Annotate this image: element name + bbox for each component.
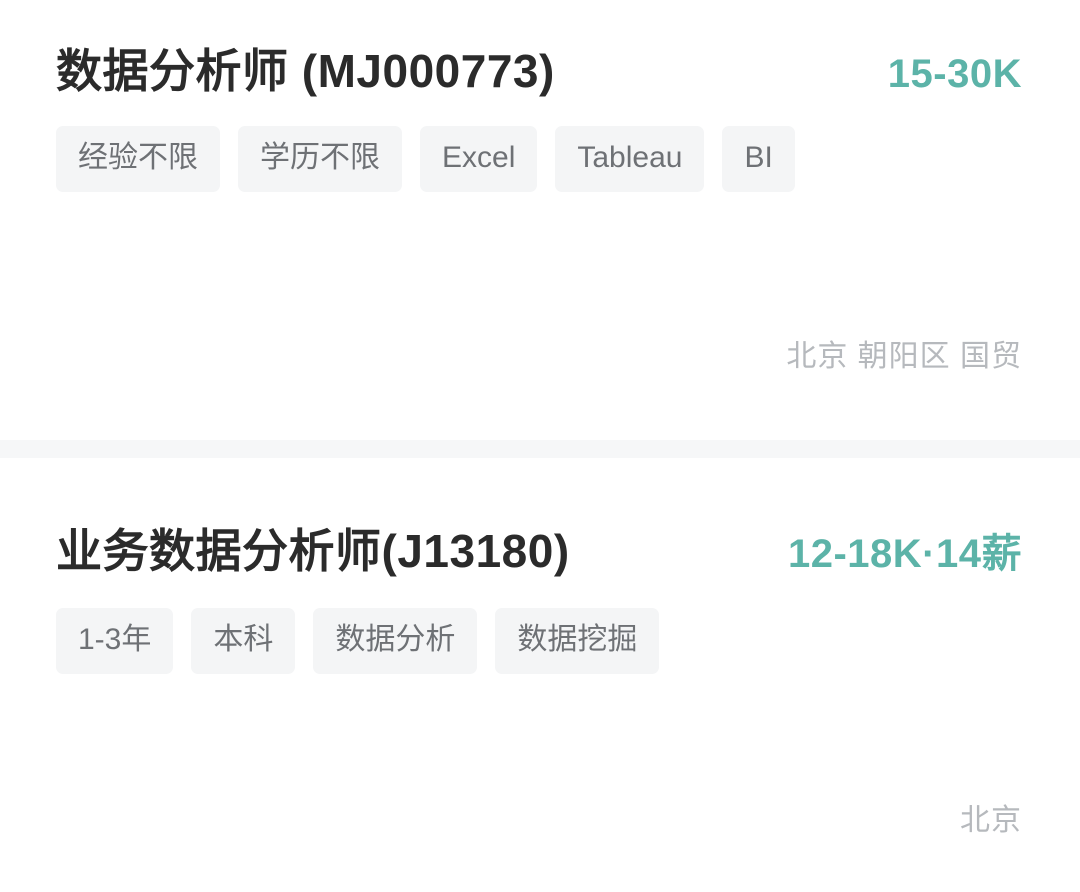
job-card[interactable]: 业务数据分析师(J13180) 12-18K·14薪 1-3年 本科 数据分析 …	[0, 458, 1080, 892]
job-location: 北京 朝阳区 国贸	[786, 340, 1022, 373]
job-location: 北京	[960, 804, 1022, 837]
job-tag[interactable]: 1-3年	[56, 608, 174, 675]
job-tag[interactable]: BI	[722, 126, 795, 193]
job-tag[interactable]: 本科	[191, 608, 296, 675]
job-card[interactable]: 数据分析师 (MJ000773) 15-30K 经验不限 学历不限 Excel …	[0, 0, 1080, 440]
job-footer: 北京	[56, 806, 1022, 892]
job-tag[interactable]: Excel	[420, 126, 538, 193]
job-header: 业务数据分析师(J13180) 12-18K·14薪	[56, 458, 1022, 578]
job-list: 数据分析师 (MJ000773) 15-30K 经验不限 学历不限 Excel …	[0, 0, 1080, 892]
job-tag-list: 1-3年 本科 数据分析 数据挖掘	[56, 608, 1022, 675]
job-footer: 北京 朝阳区 国贸	[56, 342, 1022, 440]
job-header: 数据分析师 (MJ000773) 15-30K	[56, 0, 1022, 98]
job-tag[interactable]: Tableau	[555, 126, 705, 193]
job-tag[interactable]: 数据分析	[313, 608, 478, 675]
job-tag[interactable]: 经验不限	[56, 126, 220, 193]
job-tag-list: 经验不限 学历不限 Excel Tableau BI	[56, 126, 1022, 193]
job-tag[interactable]: 数据挖掘	[495, 608, 660, 675]
job-tag[interactable]: 学历不限	[238, 126, 402, 193]
job-title[interactable]: 业务数据分析师(J13180)	[56, 524, 570, 578]
card-divider	[0, 440, 1080, 458]
job-salary: 12-18K·14薪	[787, 532, 1022, 576]
job-title[interactable]: 数据分析师 (MJ000773)	[56, 44, 555, 98]
job-salary: 15-30K	[887, 52, 1022, 96]
